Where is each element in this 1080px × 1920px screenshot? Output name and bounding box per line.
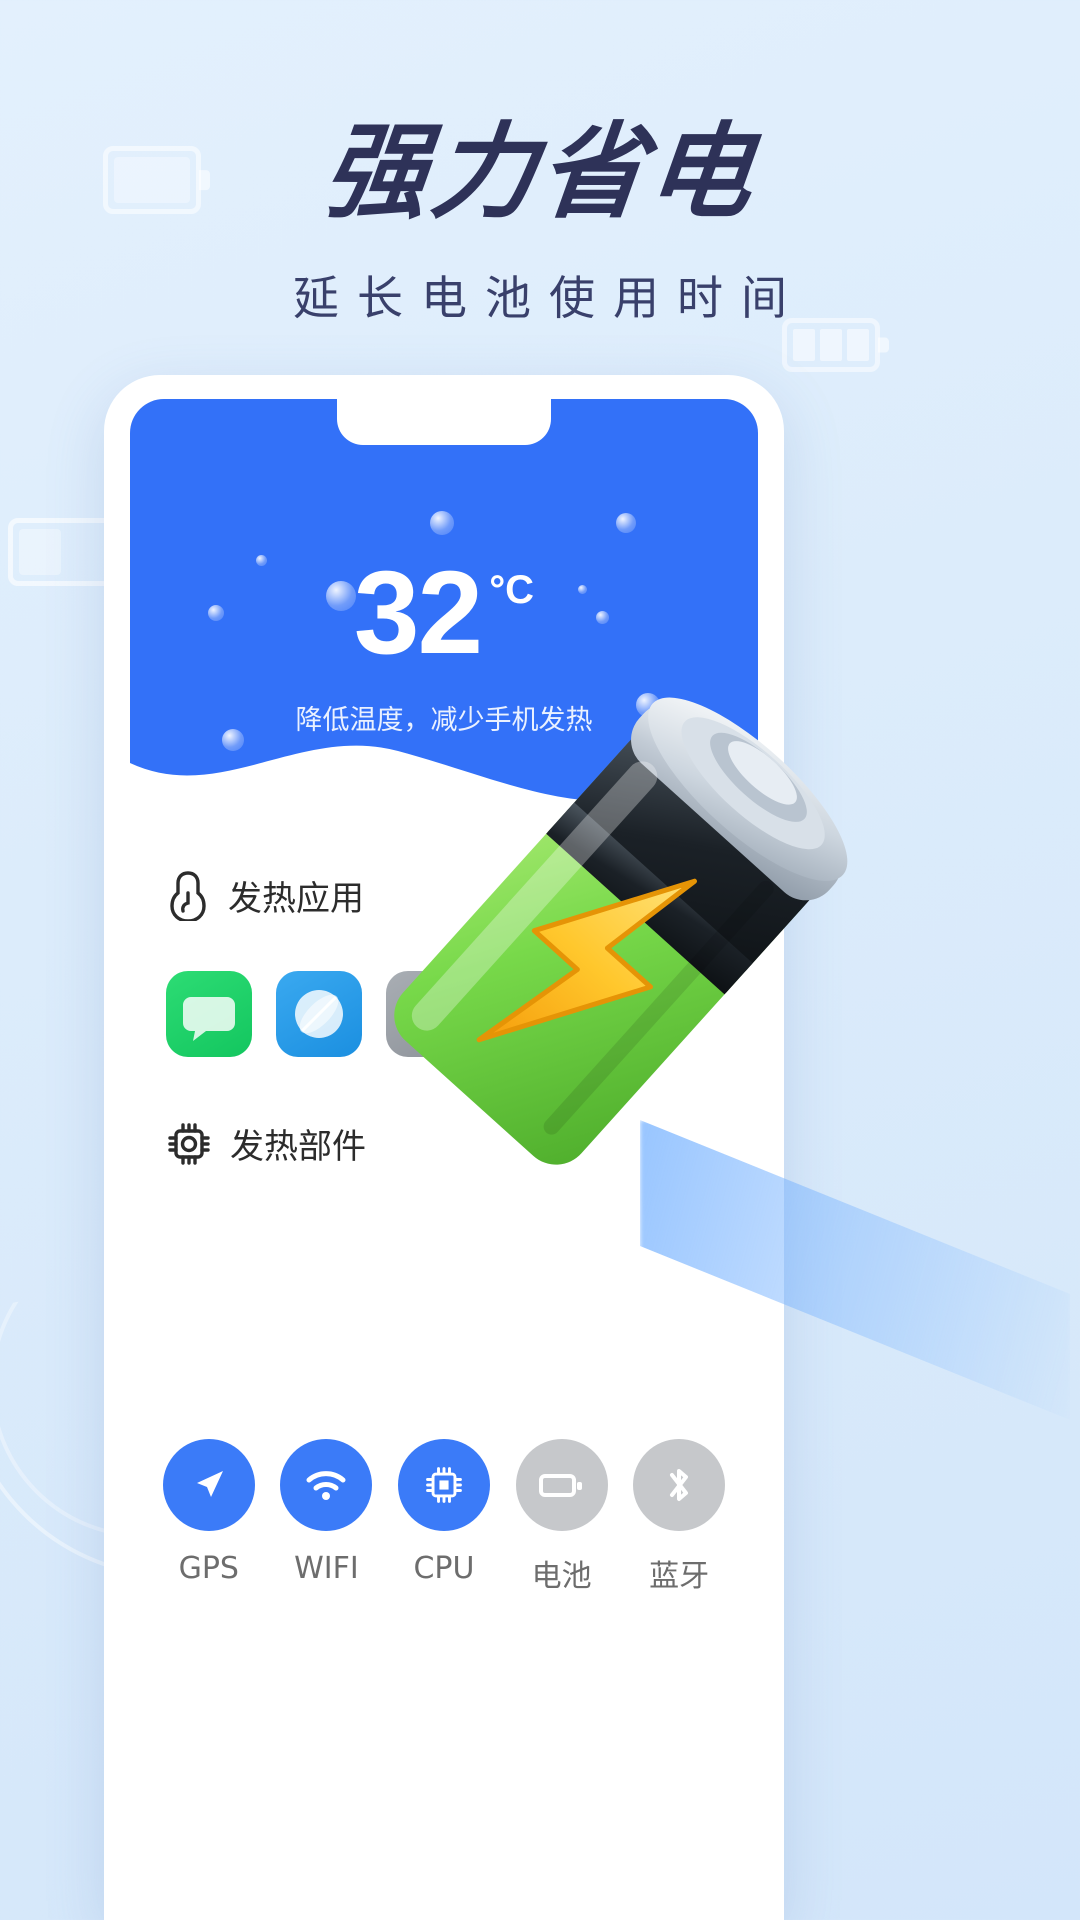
- bubble-decor: [616, 513, 636, 533]
- component-label: 电池: [531, 1559, 592, 1594]
- poster-root: 强力省电 延长电池使用时间 32 °C 降低温度，减少手机发热 发热应用 发热部…: [0, 0, 1080, 1920]
- bluetooth-icon: [633, 1439, 726, 1531]
- page-subtitle: 延长电池使用时间: [293, 271, 805, 325]
- component-bluetooth[interactable]: 蓝牙: [620, 1439, 738, 1595]
- section-header-hot-components: 发热部件: [166, 1119, 366, 1168]
- video-app-icon[interactable]: [496, 971, 582, 1057]
- thermometer-icon: [170, 871, 206, 921]
- browser-app-icon[interactable]: [276, 971, 362, 1057]
- battery-half-icon: [8, 518, 123, 586]
- phone-notch: [337, 399, 551, 445]
- battery-icon: [515, 1439, 608, 1531]
- mail-app-icon[interactable]: [386, 971, 472, 1057]
- temperature-header: 32 °C 降低温度，减少手机发热: [130, 399, 758, 821]
- hot-components-list: GPS WIFI CPU 电池 蓝牙: [150, 1439, 738, 1595]
- cpu-chip-icon: [397, 1439, 490, 1531]
- hot-apps-list: [166, 971, 582, 1057]
- section-label: 发热部件: [230, 1127, 366, 1167]
- temperature-readout: 32 °C 降低温度，减少手机发热: [130, 554, 758, 737]
- component-battery[interactable]: 电池: [503, 1439, 621, 1595]
- location-arrow-icon: [162, 1439, 255, 1531]
- messages-app-icon[interactable]: [166, 971, 252, 1057]
- component-label: WIFI: [294, 1551, 359, 1586]
- temperature-value: 32: [353, 547, 483, 679]
- wifi-icon: [280, 1439, 373, 1531]
- component-cpu[interactable]: CPU: [385, 1439, 503, 1595]
- component-wifi[interactable]: WIFI: [268, 1439, 386, 1595]
- section-label: 发热应用: [228, 878, 364, 919]
- component-gps[interactable]: GPS: [150, 1439, 268, 1595]
- cpu-chip-icon: [168, 1122, 210, 1165]
- temperature-unit: °C: [489, 568, 535, 612]
- page-title: 强力省电: [317, 111, 763, 233]
- section-header-hot-apps: 发热应用: [166, 869, 364, 921]
- component-label: GPS: [178, 1551, 239, 1586]
- component-label: 蓝牙: [649, 1559, 710, 1594]
- header-wave-divider: [130, 745, 758, 821]
- component-label: CPU: [413, 1551, 475, 1586]
- bubble-decor: [430, 511, 454, 535]
